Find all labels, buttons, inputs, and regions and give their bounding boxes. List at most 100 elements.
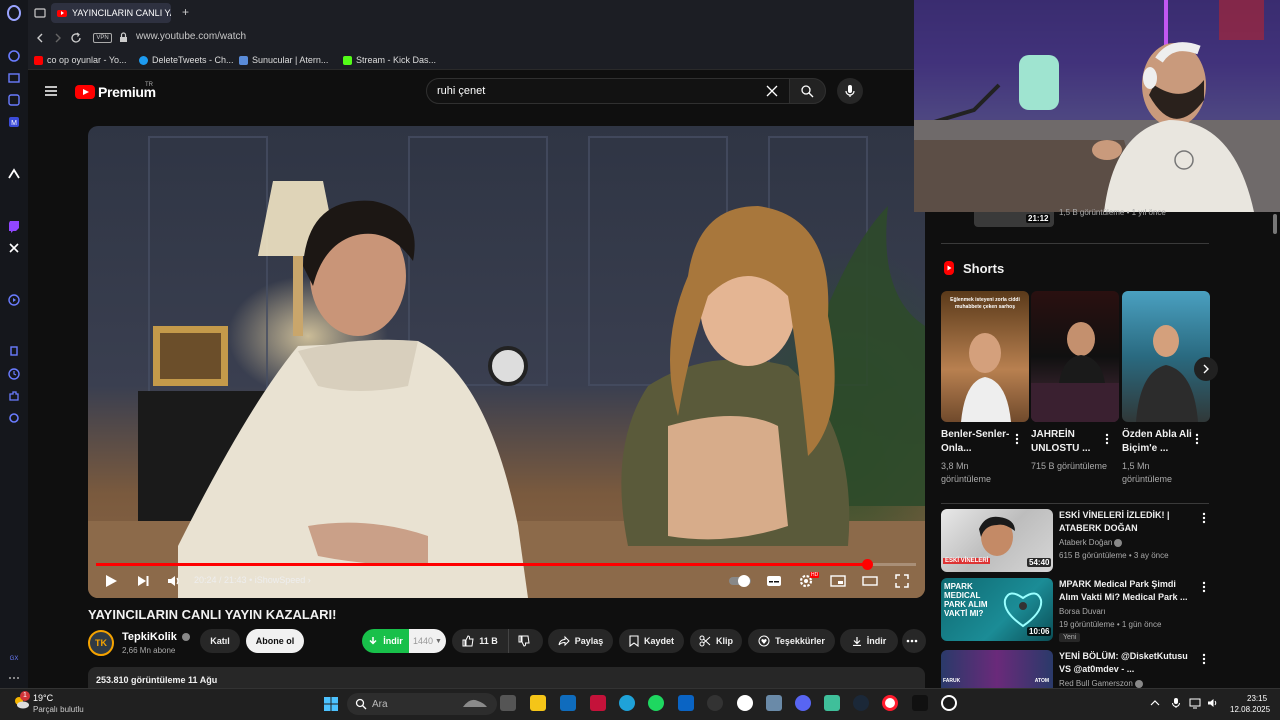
spotify-icon[interactable] [648, 695, 664, 711]
steam-icon[interactable] [853, 695, 869, 711]
more-vertical-icon[interactable] [1015, 433, 1019, 445]
short-thumbnail[interactable] [1122, 291, 1210, 422]
bookmark-item[interactable]: co op oyunlar - Yo... [34, 55, 127, 65]
quality-dropdown[interactable]: 1440 ▼ [409, 629, 446, 653]
theater-mode-icon[interactable] [862, 573, 878, 589]
workspaces-icon[interactable] [6, 70, 22, 86]
messenger-icon[interactable]: M [6, 114, 22, 130]
subscribe-button[interactable]: Abone ol [246, 629, 304, 653]
join-button[interactable]: Katıl [200, 629, 240, 653]
avatar[interactable]: TK [88, 630, 114, 656]
outlook-icon[interactable] [678, 695, 694, 711]
history-icon[interactable] [6, 366, 22, 382]
bookmark-item[interactable]: Stream - Kick Das... [343, 55, 436, 65]
obs-icon[interactable] [941, 695, 957, 711]
app-icon[interactable] [766, 695, 782, 711]
opera-logo-icon[interactable] [6, 5, 22, 21]
task-view-icon[interactable] [500, 695, 516, 711]
autoplay-toggle-icon[interactable] [728, 573, 752, 589]
short-title[interactable]: Özden Abla Ali Biçim'e ... [1122, 428, 1194, 456]
recommended-channel[interactable]: Red Bull Gamerszon [1059, 679, 1143, 688]
save-button[interactable]: Kaydet [619, 629, 684, 653]
scrollbar-thumb[interactable] [1273, 214, 1277, 234]
more-vertical-icon[interactable] [1202, 581, 1206, 593]
recommended-title[interactable]: MPARK Medical Park Şimdi Alım Vakti Mi? … [1059, 578, 1194, 604]
recommended-thumbnail[interactable]: FARUK ATOM [941, 650, 1053, 688]
recommended-channel[interactable]: Ataberk Doğan [1059, 538, 1123, 547]
windows-start-icon[interactable] [323, 696, 339, 712]
bookmark-item[interactable]: Sunucular | Atern... [239, 55, 328, 65]
vpn-badge[interactable]: VPN [93, 33, 112, 43]
more-icon[interactable] [6, 670, 22, 686]
recommended-channel[interactable]: Borsa Duvarı [1059, 607, 1106, 616]
next-icon[interactable] [135, 573, 151, 589]
short-title[interactable]: JAHREİN UNLOSTU ... [1031, 428, 1103, 456]
voice-search-button[interactable] [837, 78, 863, 104]
fullscreen-icon[interactable] [894, 573, 910, 589]
short-title[interactable]: Benler-Senler-Onla... [941, 428, 1013, 456]
share-button[interactable]: Paylaş [548, 629, 613, 653]
microphone-icon[interactable] [1170, 697, 1182, 709]
chevron-right-icon[interactable]: › [308, 575, 311, 585]
more-vertical-icon[interactable] [1202, 653, 1206, 665]
edge-icon[interactable] [619, 695, 635, 711]
clock-time[interactable]: 23:15 [1247, 694, 1267, 703]
more-actions-button[interactable] [902, 629, 926, 653]
app-icon[interactable] [590, 695, 606, 711]
twitch-icon[interactable] [6, 218, 22, 234]
short-thumbnail[interactable]: Eğlenmek isteyeni zorla ciddi muhabbete … [941, 291, 1029, 422]
more-vertical-icon[interactable] [1195, 433, 1199, 445]
recommended-title[interactable]: YENİ BÖLÜM: @DisketKutusu VS @at0mdev - … [1059, 650, 1194, 676]
microsoft-store-icon[interactable] [560, 695, 576, 711]
extensions-icon[interactable] [6, 388, 22, 404]
thanks-button[interactable]: Teşekkürler [748, 629, 835, 653]
pin-icon[interactable] [6, 344, 22, 360]
clock-date[interactable]: 12.08.2025 [1230, 705, 1270, 714]
pinboard-icon[interactable] [6, 92, 22, 108]
lock-icon[interactable] [119, 32, 128, 43]
bookmark-item[interactable]: DeleteTweets - Ch... [139, 55, 234, 65]
arrow-up-icon[interactable] [6, 166, 22, 182]
reload-icon[interactable] [70, 32, 82, 44]
search-button[interactable] [789, 78, 826, 104]
aria-icon[interactable] [6, 48, 22, 64]
forward-icon[interactable] [52, 32, 64, 44]
miniplayer-icon[interactable] [830, 573, 846, 589]
settings-icon[interactable] [6, 410, 22, 426]
like-button[interactable]: 11 B [452, 629, 508, 653]
close-icon[interactable] [765, 84, 779, 98]
x-twitter-icon[interactable] [6, 240, 22, 256]
subtitles-icon[interactable] [766, 573, 782, 589]
channel-name[interactable]: TepkiKolik [122, 631, 190, 643]
chevron-up-icon[interactable] [1150, 699, 1160, 707]
back-icon[interactable] [34, 32, 46, 44]
search-query[interactable]: ruhi çenet [437, 85, 485, 97]
new-tab-button[interactable]: + [182, 5, 189, 19]
gx-icon[interactable]: GX [6, 649, 22, 665]
player-icon[interactable] [6, 292, 22, 308]
opera-gx-icon[interactable] [882, 695, 898, 711]
tab-list-icon[interactable] [34, 7, 46, 19]
scrollbar[interactable] [1270, 212, 1280, 688]
more-vertical-icon[interactable] [1105, 433, 1109, 445]
chapter-title[interactable]: • iShowSpeed [249, 575, 305, 585]
short-thumbnail[interactable] [1031, 291, 1119, 422]
yandex-icon[interactable] [737, 695, 753, 711]
video-player[interactable] [88, 126, 925, 598]
network-icon[interactable] [1189, 697, 1203, 709]
clip-button[interactable]: Klip [690, 629, 742, 653]
file-explorer-icon[interactable] [530, 695, 546, 711]
progress-scrubber[interactable] [861, 559, 873, 570]
youtube-logo[interactable]: Premium [75, 84, 156, 100]
weather-temperature[interactable]: 19°C [33, 693, 53, 703]
shorts-next-button[interactable] [1194, 357, 1218, 381]
download-secondary-button[interactable]: İndir [840, 629, 898, 653]
play-icon[interactable] [103, 573, 119, 589]
app-icon[interactable] [707, 695, 723, 711]
active-tab[interactable]: YAYINCILARIN CANLI YAY [51, 3, 171, 23]
app-icon[interactable] [824, 695, 840, 711]
url-text[interactable]: www.youtube.com/watch [136, 31, 246, 42]
more-vertical-icon[interactable] [1202, 512, 1206, 524]
recommended-title[interactable]: ESKİ VİNELERİ İZLEDİK! | ATABERK DOĞAN [1059, 509, 1194, 535]
taskbar-search-placeholder[interactable]: Ara [372, 699, 388, 710]
